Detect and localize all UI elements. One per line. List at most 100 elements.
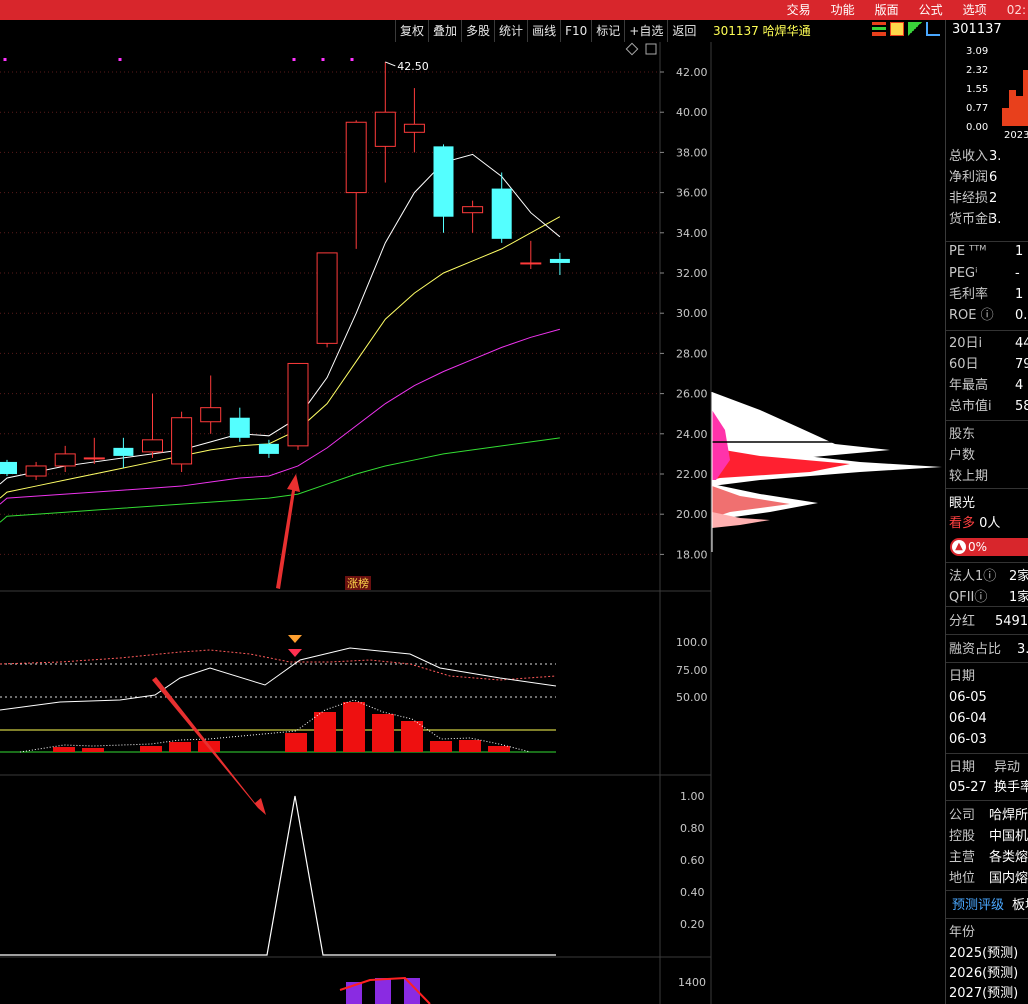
signal-gem-icon [288, 635, 302, 643]
ind1-bar [314, 712, 336, 752]
finance-label: 20日i [949, 336, 983, 351]
ind1-white-line [0, 647, 557, 711]
separator [946, 562, 1028, 563]
chart-area[interactable]: 42.00 40.00 38.00 36.00 34.00 32.00 30.00 28.00… [0, 42, 945, 1004]
restore-rights-button[interactable]: 复权 [395, 20, 428, 42]
hot-percent-pill[interactable]: ▲ 0% [950, 538, 1028, 556]
bars-icon[interactable] [872, 22, 886, 36]
ind1-bar [169, 742, 191, 752]
finance-value: 4 [1015, 378, 1024, 393]
candle [374, 111, 396, 147]
chart-icon[interactable] [926, 22, 940, 36]
inst-row: 分红 5491 [949, 612, 1028, 632]
candle [0, 461, 17, 474]
ind1-tick-label: 75.00 [676, 664, 708, 677]
signal-dot [118, 58, 122, 61]
inst-label: QFIIⓘ [949, 590, 988, 605]
company-label: 地位 [949, 871, 976, 886]
menu-layout[interactable]: 版面 [865, 0, 909, 20]
ind1-bar [285, 733, 307, 752]
finance-value: 58. [1015, 399, 1028, 414]
ma-green-line [0, 437, 560, 523]
finance-row: 总市值i 58. [949, 397, 1028, 417]
header-icons [872, 22, 940, 36]
finance-value: 79 [1015, 357, 1028, 372]
flag-icon[interactable] [890, 22, 904, 36]
finance-label: PE ᵀᵀᴹ [949, 244, 987, 259]
candle [287, 362, 309, 447]
menu-trade[interactable]: 交易 [777, 0, 821, 20]
y-tick-label: 38.00 [676, 146, 708, 159]
candle [113, 447, 134, 456]
clock: 02: [1006, 3, 1026, 17]
candle [142, 439, 163, 453]
candle [433, 146, 454, 217]
finance-value: - [1015, 266, 1020, 281]
finance-value: 6 [989, 170, 998, 185]
finance-value: 1 [1015, 244, 1024, 259]
mini-chart-bar [1016, 96, 1023, 126]
mini-chart-tick: 0.00 [966, 122, 989, 133]
kanduo-row: 看多 0人 [949, 514, 1000, 534]
date-item: 06-04 [949, 711, 987, 726]
menu-options[interactable]: 选项 [953, 0, 997, 20]
ind3-bar [375, 978, 391, 1004]
thumb-up-icon: ▲ [952, 540, 966, 554]
add-watchlist-button[interactable]: +自选 [624, 20, 667, 42]
menu-formula[interactable]: 公式 [909, 0, 953, 20]
separator [946, 662, 1028, 663]
high-price-label: 42.50 [397, 60, 429, 73]
company-row: 地位 国内熔 [949, 869, 1028, 889]
board-tab[interactable]: 板块 [1012, 896, 1028, 916]
inst-label: 法人1ⓘ [949, 569, 997, 584]
statistics-button[interactable]: 统计 [494, 20, 527, 42]
finance-row: 股东 [949, 425, 975, 445]
hot-percent: 0% [968, 540, 988, 554]
inst-value: 5491 [995, 614, 1028, 629]
candle [171, 417, 193, 465]
inst-label: 融资占比 [949, 642, 1002, 657]
mini-chart-bar [1009, 90, 1016, 126]
separator [946, 420, 1028, 421]
finance-row: 非经损 2 [949, 189, 997, 209]
ind1-bar [82, 748, 104, 752]
overlay-button[interactable]: 叠加 [428, 20, 461, 42]
separator [946, 330, 1028, 331]
window-icon[interactable] [645, 43, 657, 55]
year-item: 2026(预测) [949, 966, 1019, 981]
separator [946, 606, 1028, 607]
menu-function[interactable]: 功能 [821, 0, 865, 20]
mini-chart-tick: 0.77 [966, 103, 989, 114]
finance-label: PEGⁱ [949, 266, 978, 281]
finance-label: 年最高 [949, 378, 989, 393]
multi-stock-button[interactable]: 多股 [461, 20, 494, 42]
candle [403, 123, 425, 133]
ind2-tick-label: 0.80 [680, 822, 705, 835]
candle [200, 407, 222, 423]
finance-row: ROE ⓘ 0. [949, 306, 1027, 326]
diamond-icon[interactable] [625, 42, 639, 56]
right-info-panel: 301137 3.09 2.32 1.55 0.77 0.00 2023 总收入 3. 净利润 6… [946, 20, 1028, 1004]
f10-button[interactable]: F10 [560, 20, 591, 42]
candle [83, 457, 105, 460]
back-button[interactable]: 返回 [667, 20, 700, 42]
forecast-rating-tab[interactable]: 预测评级 [952, 896, 1004, 916]
company-label: 公司 [949, 808, 976, 823]
annotation-arrow [276, 474, 300, 589]
finance-label: 户数 [949, 448, 976, 463]
ind2-tick-label: 0.60 [680, 854, 705, 867]
arrow-icon[interactable] [908, 22, 922, 36]
inst-row: QFIIⓘ 1家 [949, 588, 1028, 608]
mark-button[interactable]: 标记 [591, 20, 624, 42]
draw-line-button[interactable]: 画线 [527, 20, 560, 42]
ind2-tick-label: 0.40 [680, 886, 705, 899]
finance-label: 净利润 [949, 170, 989, 185]
date-item: 06-03 [949, 732, 987, 747]
company-value: 国内熔 [989, 871, 1028, 886]
separator [946, 890, 1028, 891]
finance-row: 货币金i 3. [949, 210, 1001, 230]
high-pointer [385, 61, 396, 67]
limit-up-label: 涨榜 [347, 576, 369, 590]
mini-chart-year: 2023 [1004, 130, 1028, 141]
company-value: 哈焊所 [989, 808, 1028, 823]
